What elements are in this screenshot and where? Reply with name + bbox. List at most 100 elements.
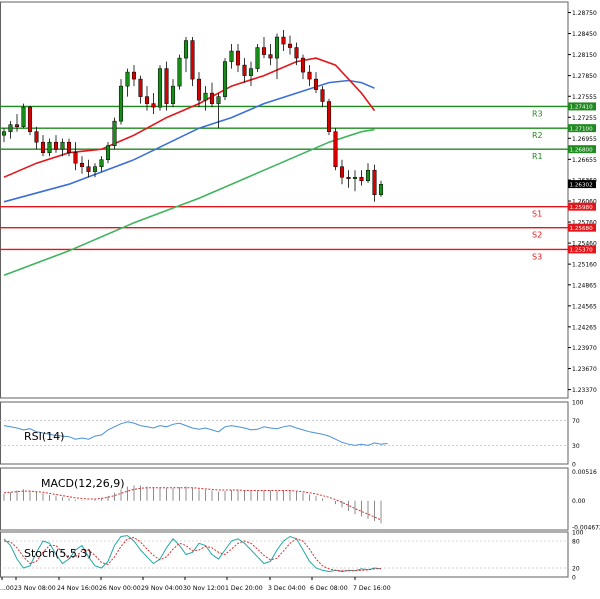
level-price-label: 1.27410 (570, 105, 594, 111)
candle-body (80, 163, 84, 167)
candle-body (113, 121, 117, 146)
candle-body (373, 170, 377, 195)
macd-tick-label: 0.00516 (572, 469, 597, 476)
candle-body (191, 41, 195, 80)
candle-body (340, 167, 344, 178)
candle-body (353, 177, 357, 178)
candle-body (158, 69, 162, 108)
candle-body (100, 160, 104, 167)
time-tick-label: ...00 (0, 585, 14, 592)
candle-body (2, 132, 6, 136)
candle-body (126, 72, 130, 86)
candle-body (9, 125, 13, 132)
stoch-tick-label: 20 (572, 566, 580, 573)
candle-body (360, 177, 364, 181)
candle-body (93, 167, 97, 172)
rsi-label: RSI(14) (24, 430, 64, 443)
candle-body (204, 93, 208, 100)
price-tick-label: 1.26655 (572, 157, 597, 164)
time-tick-label: 23 Nov 08:00 (14, 585, 56, 592)
price-tick-label: 1.27850 (572, 73, 597, 80)
price-tick-label: 1.24865 (572, 282, 597, 289)
candle-body (249, 69, 253, 76)
candle-body (275, 37, 279, 58)
price-tick-label: 1.24565 (572, 303, 597, 310)
candle-body (282, 37, 286, 44)
price-tick-label: 1.27255 (572, 115, 597, 122)
candle-body (243, 65, 247, 76)
price-tick-label: 1.24265 (572, 324, 597, 331)
time-tick-label: 24 Nov 16:00 (57, 585, 99, 592)
candle-body (67, 142, 71, 153)
stoch-label: Stoch(5,5,3) (24, 547, 92, 560)
candle-body (295, 48, 299, 59)
price-tick-label: 1.27555 (572, 94, 597, 101)
rsi-tick-label: 100 (572, 400, 584, 407)
chart-canvas: 1.28750 1.28450 1.28150 1.27850 1.27555 1.272… (0, 0, 600, 595)
candle-body (28, 107, 32, 132)
time-tick-label: 3 Dec 04:00 (268, 585, 306, 592)
forex-chart: 1.28750 1.28450 1.28150 1.27850 1.27555 1.272… (0, 0, 600, 595)
candle-body (236, 51, 240, 65)
price-tick-label: 1.25160 (572, 262, 597, 269)
stoch-tick-label: 100 (572, 530, 584, 537)
candle-body (230, 51, 234, 62)
level-name-r2: R2 (532, 131, 543, 140)
candle-body (269, 55, 273, 59)
candle-body (139, 79, 143, 97)
price-tick-label: 1.23970 (572, 345, 597, 352)
current-price-label: 1.26302 (570, 182, 593, 188)
price-tick-label: 1.28450 (572, 31, 597, 38)
rsi-tick-label: 70 (572, 418, 580, 425)
candle-body (210, 93, 214, 104)
candle-body (262, 48, 266, 55)
candle-body (301, 58, 305, 72)
candle-body (61, 142, 65, 149)
candle-body (334, 132, 338, 167)
level-price-label: 1.25370 (570, 248, 594, 254)
stoch-tick-label: 0 (572, 575, 576, 582)
price-tick-label: 1.26955 (572, 136, 597, 143)
candle-body (184, 41, 188, 59)
candle-body (314, 79, 318, 90)
macd-tick-label: 0.00 (572, 498, 586, 505)
level-name-s1: S1 (532, 210, 542, 219)
candle-body (327, 102, 331, 132)
price-tick-label: 1.28750 (572, 10, 597, 17)
time-tick-label: 6 Dec 08:00 (310, 585, 348, 592)
candle-body (379, 184, 383, 195)
level-price-label: 1.25980 (570, 205, 594, 211)
macd-label: MACD(12,26,9) (41, 477, 125, 490)
time-tick-label: 30 Nov 12:00 (183, 585, 225, 592)
price-tick-label: 1.23370 (572, 387, 597, 394)
rsi-tick-label: 0 (572, 462, 576, 469)
candle-body (35, 132, 39, 143)
candle-body (178, 58, 182, 86)
candle-body (152, 104, 156, 108)
candle-body (41, 142, 45, 153)
candle-body (119, 86, 123, 121)
level-price-label: 1.26800 (570, 147, 594, 153)
candle-body (217, 97, 221, 104)
candle-body (74, 153, 78, 164)
level-name-s3: S3 (532, 252, 542, 261)
candle-body (165, 69, 169, 104)
candle-body (106, 146, 110, 160)
candle-body (321, 90, 325, 102)
candle-body (132, 72, 136, 79)
candle-body (288, 44, 292, 48)
level-name-s2: S2 (532, 231, 542, 240)
level-name-r3: R3 (532, 109, 543, 118)
candle-body (15, 125, 19, 127)
time-tick-label: 1 Dec 20:00 (225, 585, 263, 592)
candle-body (223, 62, 227, 97)
level-price-label: 1.25680 (570, 226, 594, 232)
candle-body (308, 72, 312, 79)
candle-body (256, 48, 260, 69)
candle-body (87, 167, 91, 172)
stoch-tick-label: 80 (572, 539, 580, 546)
candle-body (54, 142, 58, 149)
rsi-tick-label: 30 (572, 443, 580, 450)
price-tick-label: 1.28150 (572, 52, 597, 59)
candle-body (145, 97, 149, 104)
